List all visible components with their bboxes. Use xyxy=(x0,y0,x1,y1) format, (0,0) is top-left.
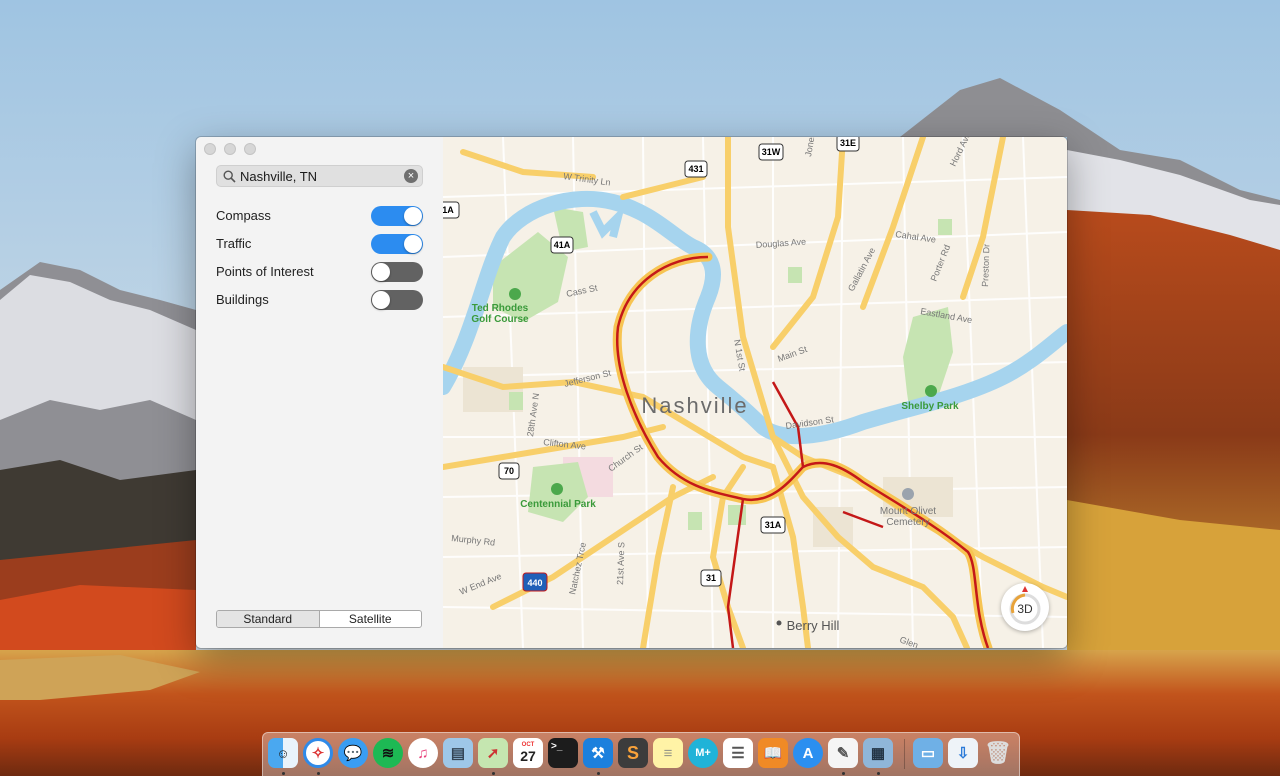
standard-segment[interactable]: Standard xyxy=(217,611,320,627)
svg-text:440: 440 xyxy=(527,578,542,588)
clear-search-icon[interactable]: × xyxy=(404,169,418,183)
svg-text:70: 70 xyxy=(504,466,514,476)
svg-text:31: 31 xyxy=(706,573,716,583)
ibooks-icon[interactable]: 📖 xyxy=(758,738,788,768)
spotify-icon[interactable]: ≋ xyxy=(373,738,403,768)
itunes-icon[interactable]: ♫ xyxy=(408,738,438,768)
points-of-interest-option: Points of Interest xyxy=(216,261,423,283)
svg-text:31W: 31W xyxy=(762,147,781,157)
buildings-option: Buildings xyxy=(216,289,423,311)
compass-3d-label: 3D xyxy=(1017,602,1033,616)
traffic-option: Traffic xyxy=(216,233,423,255)
maps-icon[interactable]: ➚ xyxy=(478,738,508,768)
svg-text:Shelby Park: Shelby Park xyxy=(901,401,959,412)
applications-folder-icon[interactable]: ▭ xyxy=(913,738,943,768)
svg-text:Centennial Park: Centennial Park xyxy=(520,499,596,510)
minimize-window-button[interactable] xyxy=(224,143,236,155)
compass-toggle[interactable] xyxy=(371,206,423,226)
zoom-window-button[interactable] xyxy=(244,143,256,155)
dock: ☺ ✧ 💬 ≋ ♫ ▤ ➚ OCT 27 >_ ⚒ S ≡ M+ ☰ 📖 A ✎… xyxy=(262,732,1020,777)
compass-3d-button[interactable]: 3D xyxy=(1001,583,1049,631)
svg-text:Golf Course: Golf Course xyxy=(471,314,529,325)
compass-option: Compass xyxy=(216,205,423,227)
svg-text:31E: 31E xyxy=(840,138,856,148)
calendar-icon[interactable]: OCT 27 xyxy=(513,738,543,768)
finder-icon[interactable]: ☺ xyxy=(268,738,298,768)
city-label: Nashville xyxy=(641,393,748,418)
points-of-interest-toggle[interactable] xyxy=(371,262,423,282)
dock-separator xyxy=(904,739,905,769)
buildings-label: Buildings xyxy=(216,292,269,307)
textedit-icon[interactable]: ✎ xyxy=(828,738,858,768)
traffic-toggle[interactable] xyxy=(371,234,423,254)
svg-text:41A: 41A xyxy=(554,240,571,250)
sidebar: Nashville, TN × Compass Traffic Points o… xyxy=(196,137,444,648)
points-of-interest-label: Points of Interest xyxy=(216,264,314,279)
safari-icon[interactable]: ✧ xyxy=(303,738,333,768)
svg-text:21st Ave S: 21st Ave S xyxy=(615,542,626,585)
map-type-segmented-control: Standard Satellite xyxy=(216,610,422,628)
close-window-button[interactable] xyxy=(204,143,216,155)
image-capture-icon[interactable]: ▦ xyxy=(863,738,893,768)
compass-label: Compass xyxy=(216,208,271,223)
terminal-icon[interactable]: >_ xyxy=(548,738,578,768)
preview-icon[interactable]: ▤ xyxy=(443,738,473,768)
search-value: Nashville, TN xyxy=(240,169,318,184)
traffic-label: Traffic xyxy=(216,236,252,251)
svg-text:Cemetery: Cemetery xyxy=(886,517,929,528)
svg-text:Preston Dr: Preston Dr xyxy=(980,244,991,287)
svg-text:1A: 1A xyxy=(443,205,454,215)
buildings-toggle[interactable] xyxy=(371,290,423,310)
trash-icon[interactable]: 🗑 xyxy=(983,738,1013,768)
svg-text:31A: 31A xyxy=(765,520,782,530)
map-view[interactable]: 431 31W 31E 41A 1A 70 440 31A 31 Nashvil… xyxy=(443,137,1067,648)
search-field[interactable]: Nashville, TN × xyxy=(216,165,423,187)
downloads-folder-icon[interactable]: ⇩ xyxy=(948,738,978,768)
svg-text:Ted Rhodes: Ted Rhodes xyxy=(472,303,529,314)
messages-icon[interactable]: 💬 xyxy=(338,738,368,768)
notes-icon[interactable]: ≡ xyxy=(653,738,683,768)
markdown-icon[interactable]: M+ xyxy=(688,738,718,768)
svg-text:Mount Olivet: Mount Olivet xyxy=(880,506,936,517)
search-icon xyxy=(223,170,236,188)
svg-text:431: 431 xyxy=(688,164,703,174)
sublime-text-icon[interactable]: S xyxy=(618,738,648,768)
maps-settings-window: Nashville, TN × Compass Traffic Points o… xyxy=(196,137,1067,648)
xcode-icon[interactable]: ⚒ xyxy=(583,738,613,768)
neighborhood-label: Berry Hill xyxy=(787,618,840,633)
satellite-segment[interactable]: Satellite xyxy=(320,611,422,627)
app-store-icon[interactable]: A xyxy=(793,738,823,768)
reminders-icon[interactable]: ☰ xyxy=(723,738,753,768)
